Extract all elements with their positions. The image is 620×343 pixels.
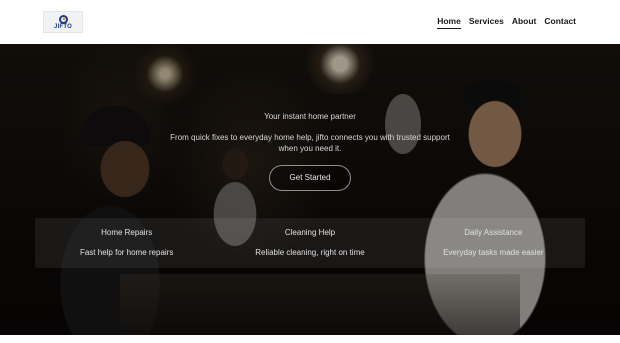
site-logo[interactable]: JIFTO: [43, 11, 83, 33]
service-description: Fast help for home repairs: [79, 248, 174, 257]
main-nav: Home Services About Contact: [437, 16, 576, 29]
nav-contact-link[interactable]: Contact: [544, 16, 576, 29]
service-description: Everyday tasks made easier: [443, 248, 544, 257]
hero-section: Your instant home partner From quick fix…: [0, 44, 620, 335]
service-title: Daily Assistance: [464, 228, 523, 237]
service-title: Cleaning Help: [284, 228, 336, 237]
page-bottom-edge: [0, 335, 620, 343]
services-strip: Home Repairs Fast help for home repairs …: [35, 218, 585, 268]
service-title: Home Repairs: [101, 228, 153, 237]
nav-home-link[interactable]: Home: [437, 16, 461, 29]
service-description: Reliable cleaning, right on time: [255, 248, 365, 257]
hero-subtext: From quick fixes to everyday home help, …: [170, 133, 450, 153]
nav-about-link[interactable]: About: [512, 16, 537, 29]
logo-wordmark: JIFTO: [54, 24, 72, 30]
nav-services-link[interactable]: Services: [469, 16, 504, 29]
logo-mark-icon: [59, 15, 68, 24]
service-card-cleaning-help[interactable]: Cleaning Help Reliable cleaning, right o…: [218, 218, 401, 268]
hero-tagline: Your instant home partner: [264, 112, 356, 121]
site-header: JIFTO Home Services About Contact: [0, 0, 620, 44]
service-card-daily-assistance[interactable]: Daily Assistance Everyday tasks made eas…: [402, 218, 585, 268]
service-card-home-repairs[interactable]: Home Repairs Fast help for home repairs: [35, 218, 218, 268]
get-started-button[interactable]: Get Started: [269, 165, 351, 191]
